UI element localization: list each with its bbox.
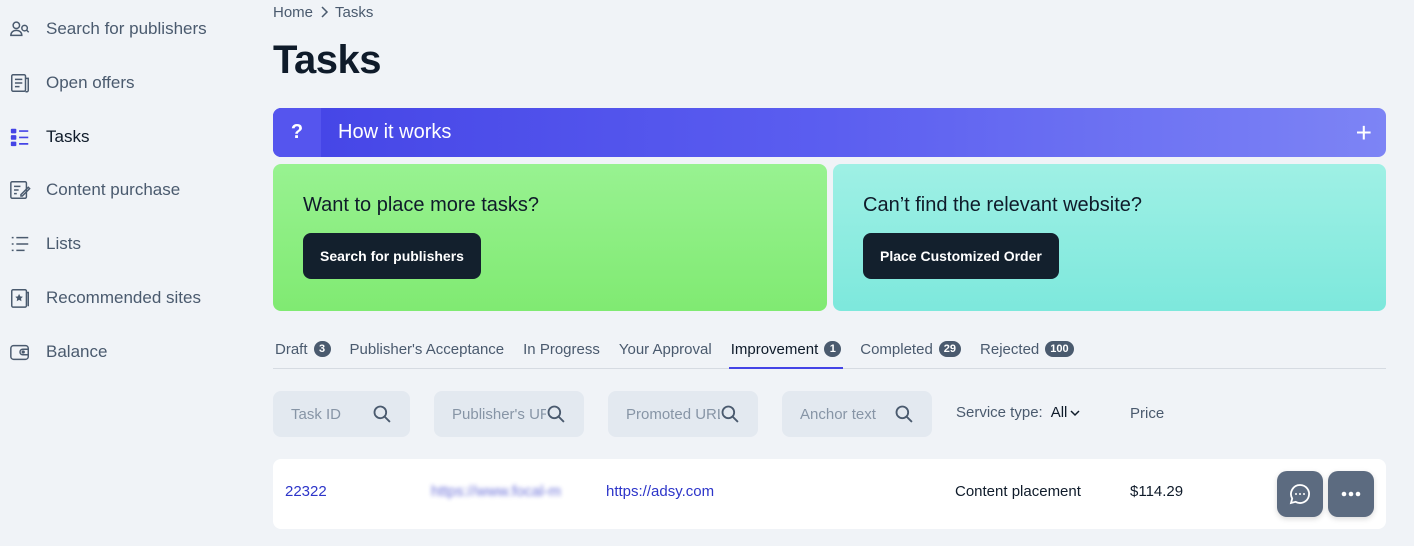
chevron-down-icon [1070, 409, 1080, 416]
sidebar-item-content-purchase[interactable]: Content purchase [8, 170, 180, 210]
chat-icon [1289, 484, 1310, 505]
tab-your-approval[interactable]: Your Approval [617, 330, 714, 368]
sidebar-item-label: Search for publishers [46, 19, 207, 38]
promoted-url-link[interactable]: https://adsy.com [606, 483, 714, 500]
tab-improvement[interactable]: Improvement 1 [728, 330, 844, 369]
tab-draft[interactable]: Draft 3 [273, 330, 333, 368]
document-icon [8, 71, 32, 95]
how-it-works-panel[interactable]: ? How it works + [273, 108, 1386, 157]
anchor-text-filter [782, 391, 932, 437]
tab-label: Draft [275, 340, 308, 358]
breadcrumb-home[interactable]: Home [273, 4, 313, 21]
sidebar-item-tasks[interactable]: Tasks [8, 117, 89, 157]
sidebar-item-label: Lists [46, 234, 81, 253]
users-search-icon [8, 17, 32, 41]
tab-label: Rejected [980, 340, 1040, 358]
publisher-url-filter [434, 391, 584, 437]
chevron-right-icon [319, 5, 329, 21]
breadcrumb: Home Tasks [273, 4, 373, 21]
tab-rejected[interactable]: Rejected 100 [978, 330, 1076, 368]
count-badge: 1 [824, 341, 842, 357]
question-icon: ? [273, 108, 321, 157]
task-id-filter [273, 391, 410, 437]
price-cell: $114.29 [1130, 483, 1184, 500]
tasks-icon [8, 125, 32, 149]
edit-document-icon [8, 178, 32, 202]
wallet-icon [8, 340, 32, 364]
chat-button[interactable] [1277, 471, 1323, 517]
price-column-header[interactable]: Price [1130, 405, 1164, 422]
anchor-text-input[interactable] [800, 405, 894, 423]
service-type-filter: Service type: All [956, 404, 1080, 421]
service-type-value: All [1050, 404, 1068, 421]
promoted-url-filter [608, 391, 758, 437]
sidebar-item-recommended-sites[interactable]: Recommended sites [8, 278, 201, 318]
tab-label: Improvement [730, 340, 819, 358]
sidebar-item-lists[interactable]: Lists [8, 224, 81, 264]
tab-publishers-acceptance[interactable]: Publisher's Acceptance [348, 330, 507, 368]
place-customized-order-button[interactable]: Place Customized Order [863, 233, 1059, 279]
sidebar-item-label: Tasks [46, 127, 90, 146]
plus-icon[interactable]: + [1356, 118, 1372, 147]
search-icon[interactable] [372, 404, 392, 424]
tab-label: Publisher's Acceptance [349, 340, 505, 358]
sidebar: Search for publishers Open offers Tasks … [0, 0, 245, 546]
count-badge: 100 [1045, 341, 1074, 357]
promo-custom-order: Can’t find the relevant website? Place C… [833, 164, 1386, 311]
count-badge: 3 [313, 341, 331, 357]
promo-title: Can’t find the relevant website? [863, 194, 1143, 216]
publisher-url-link[interactable]: https://www.focal-m [431, 483, 561, 500]
search-icon[interactable] [894, 404, 914, 424]
count-badge: 29 [938, 341, 962, 357]
sidebar-item-balance[interactable]: Balance [8, 332, 107, 372]
tab-label: Your Approval [618, 340, 712, 358]
service-type-select[interactable]: All [1051, 404, 1081, 421]
promo-title: Want to place more tasks? [303, 194, 540, 216]
sidebar-item-search-for-publishers[interactable]: Search for publishers [8, 9, 207, 49]
service-type-label: Service type: [956, 404, 1043, 421]
task-status-tabs: Draft 3 Publisher's Acceptance In Progre… [273, 330, 1386, 369]
promo-more-tasks: Want to place more tasks? Search for pub… [273, 164, 827, 311]
page-title: Tasks [273, 38, 381, 82]
service-type-cell: Content placement [955, 483, 1081, 500]
tab-completed[interactable]: Completed 29 [858, 330, 963, 368]
task-id-link[interactable]: 22322 [285, 483, 327, 500]
breadcrumb-current: Tasks [335, 4, 374, 21]
publisher-url-input[interactable] [452, 405, 546, 423]
sidebar-item-label: Recommended sites [46, 288, 201, 307]
task-id-input[interactable] [291, 405, 372, 423]
sidebar-item-open-offers[interactable]: Open offers [8, 63, 135, 103]
more-options-button[interactable] [1328, 471, 1374, 517]
search-icon[interactable] [546, 404, 566, 424]
search-for-publishers-button[interactable]: Search for publishers [303, 233, 481, 279]
list-icon [8, 232, 32, 256]
tab-in-progress[interactable]: In Progress [521, 330, 602, 368]
star-bookmark-icon [8, 286, 32, 310]
promoted-url-input[interactable] [626, 405, 720, 423]
sidebar-item-label: Balance [46, 342, 108, 361]
search-icon[interactable] [720, 404, 740, 424]
more-dots-icon [1341, 491, 1361, 497]
table-row[interactable]: 22322 https://www.focal-m https://adsy.c… [273, 459, 1386, 529]
tab-label: In Progress [523, 340, 600, 358]
sidebar-item-label: Content purchase [46, 180, 181, 199]
how-it-works-title: How it works [338, 121, 452, 143]
tab-label: Completed [860, 340, 933, 358]
sidebar-item-label: Open offers [46, 73, 135, 92]
